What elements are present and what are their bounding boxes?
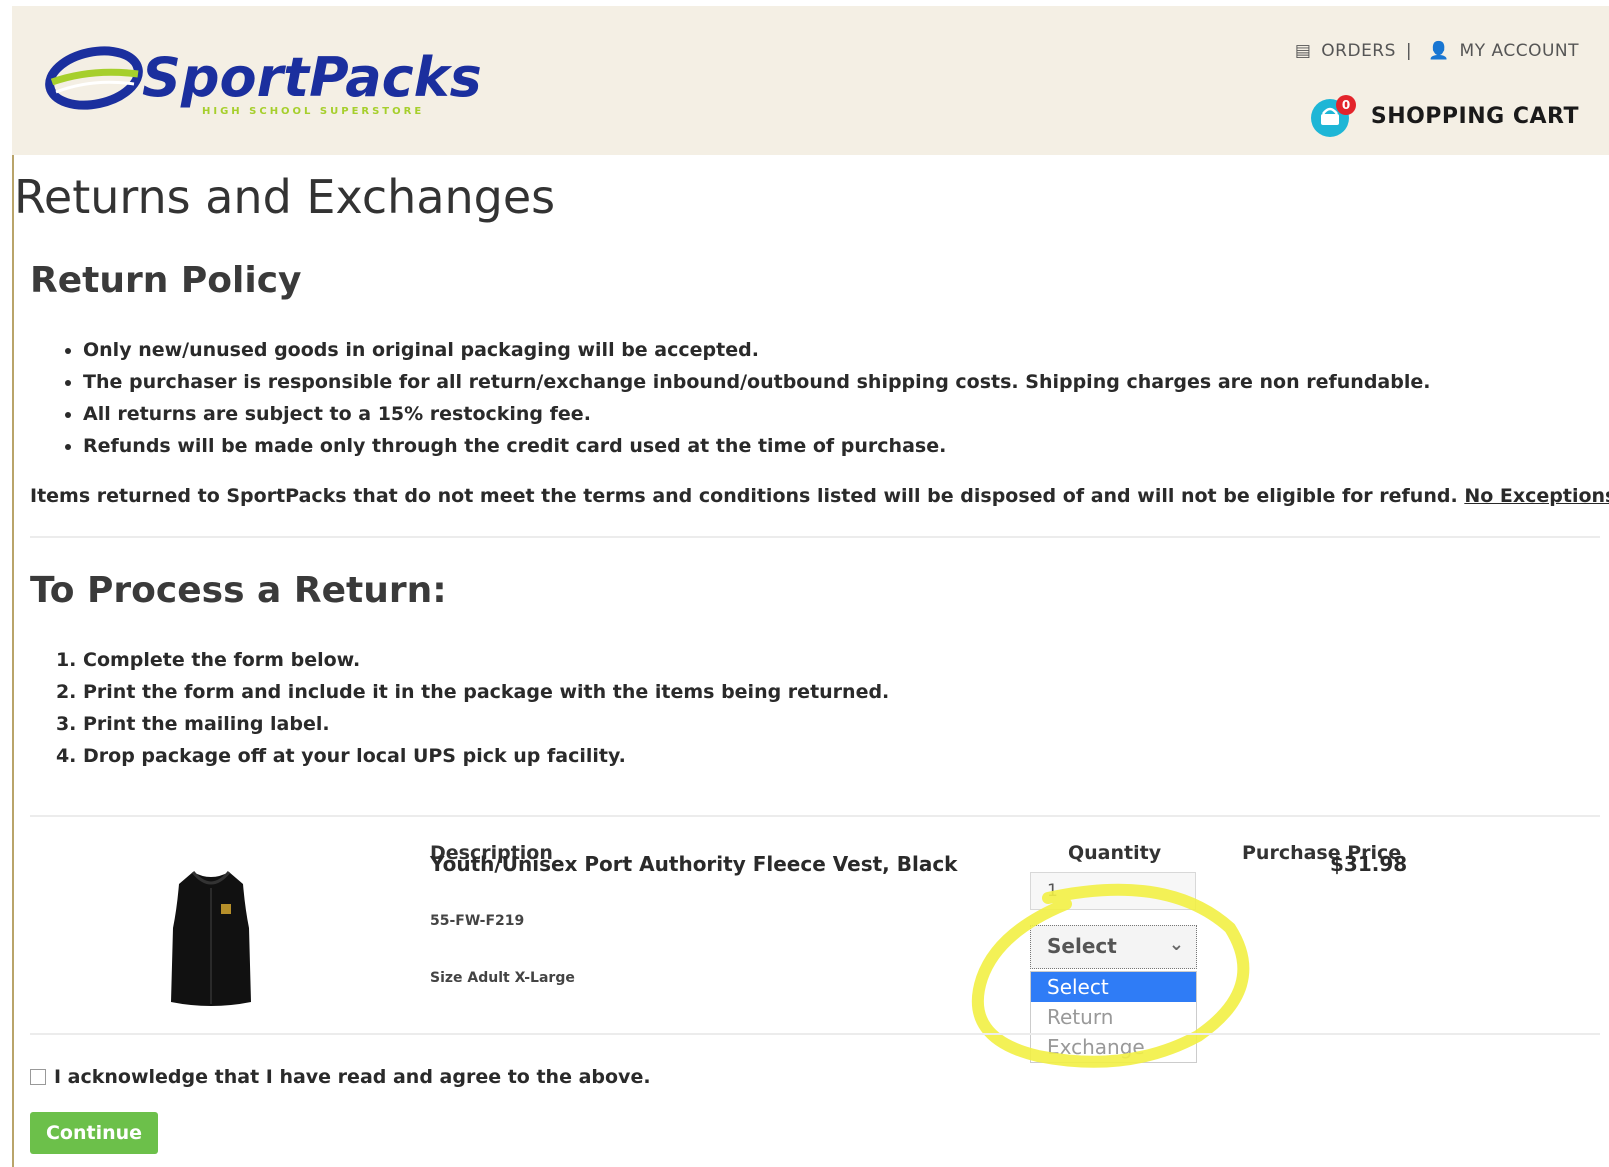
return-type-select-value: Select <box>1047 934 1117 958</box>
product-image-vest <box>171 871 251 1006</box>
return-type-select[interactable]: Select ⌄ <box>1030 925 1197 969</box>
refund-notice: Items returned to SportPacks that do not… <box>30 485 1609 507</box>
return-policy-heading: Return Policy <box>30 260 302 301</box>
shopping-cart[interactable]: 0 SHOPPING CART <box>1309 94 1579 138</box>
acknowledge-row: I acknowledge that I have read and agree… <box>30 1066 651 1088</box>
acknowledge-checkbox[interactable] <box>30 1069 46 1085</box>
no-exceptions-link[interactable]: No Exceptions. <box>1464 485 1609 507</box>
content-left-border <box>12 155 14 1167</box>
policy-item: The purchaser is responsible for all ret… <box>83 368 1430 400</box>
acknowledge-label: I acknowledge that I have read and agree… <box>54 1066 651 1088</box>
site-header: SportPacks HIGH SCHOOL SUPERSTORE ▤ ORDE… <box>12 6 1609 155</box>
process-step: Print the mailing label. <box>83 710 889 742</box>
process-steps-list: Complete the form below. Print the form … <box>58 646 889 774</box>
item-size: Size Adult X-Large <box>430 970 575 986</box>
orders-link[interactable]: ORDERS <box>1321 41 1396 61</box>
process-step: Print the form and include it in the pac… <box>83 678 889 710</box>
process-step: Complete the form below. <box>83 646 889 678</box>
chevron-down-icon: ⌄ <box>1168 934 1184 955</box>
cart-icon: 0 <box>1309 94 1357 138</box>
account-icon: 👤 <box>1427 41 1450 61</box>
policy-item: Only new/unused goods in original packag… <box>83 336 1430 368</box>
section-divider <box>30 1033 1600 1035</box>
policy-item: Refunds will be made only through the cr… <box>83 432 1430 464</box>
my-account-link[interactable]: MY ACCOUNT <box>1460 41 1579 61</box>
process-return-heading: To Process a Return: <box>30 570 447 611</box>
refund-notice-text: Items returned to SportPacks that do not… <box>30 485 1458 507</box>
item-description: Youth/Unisex Port Authority Fleece Vest,… <box>430 852 958 876</box>
return-type-dropdown: Select Return Exchange <box>1030 971 1197 1063</box>
option-return[interactable]: Return <box>1031 1002 1196 1032</box>
option-select[interactable]: Select <box>1031 972 1196 1002</box>
quantity-column-header: Quantity <box>1068 842 1162 864</box>
sportpacks-logo[interactable]: SportPacks HIGH SCHOOL SUPERSTORE <box>42 34 562 134</box>
return-policy-list: Only new/unused goods in original packag… <box>58 336 1430 464</box>
shopping-cart-label[interactable]: SHOPPING CART <box>1371 104 1579 129</box>
quantity-input[interactable]: 1 <box>1030 872 1196 910</box>
item-sku: 55-FW-F219 <box>430 913 525 929</box>
policy-item: All returns are subject to a 15% restock… <box>83 400 1430 432</box>
section-divider <box>30 536 1600 538</box>
page-title: Returns and Exchanges <box>14 170 556 224</box>
section-divider <box>30 815 1600 817</box>
cart-count-badge: 0 <box>1342 98 1350 112</box>
svg-text:SportPacks: SportPacks <box>142 46 482 109</box>
svg-text:HIGH SCHOOL SUPERSTORE: HIGH SCHOOL SUPERSTORE <box>202 106 424 117</box>
item-price: $31.98 <box>1330 852 1408 876</box>
continue-button[interactable]: Continue <box>30 1112 158 1154</box>
process-step: Drop package off at your local UPS pick … <box>83 742 889 774</box>
option-exchange[interactable]: Exchange <box>1031 1032 1196 1062</box>
link-separator: | <box>1405 41 1413 61</box>
top-links: ▤ ORDERS | 👤 MY ACCOUNT <box>1295 41 1579 61</box>
orders-icon: ▤ <box>1294 41 1312 61</box>
